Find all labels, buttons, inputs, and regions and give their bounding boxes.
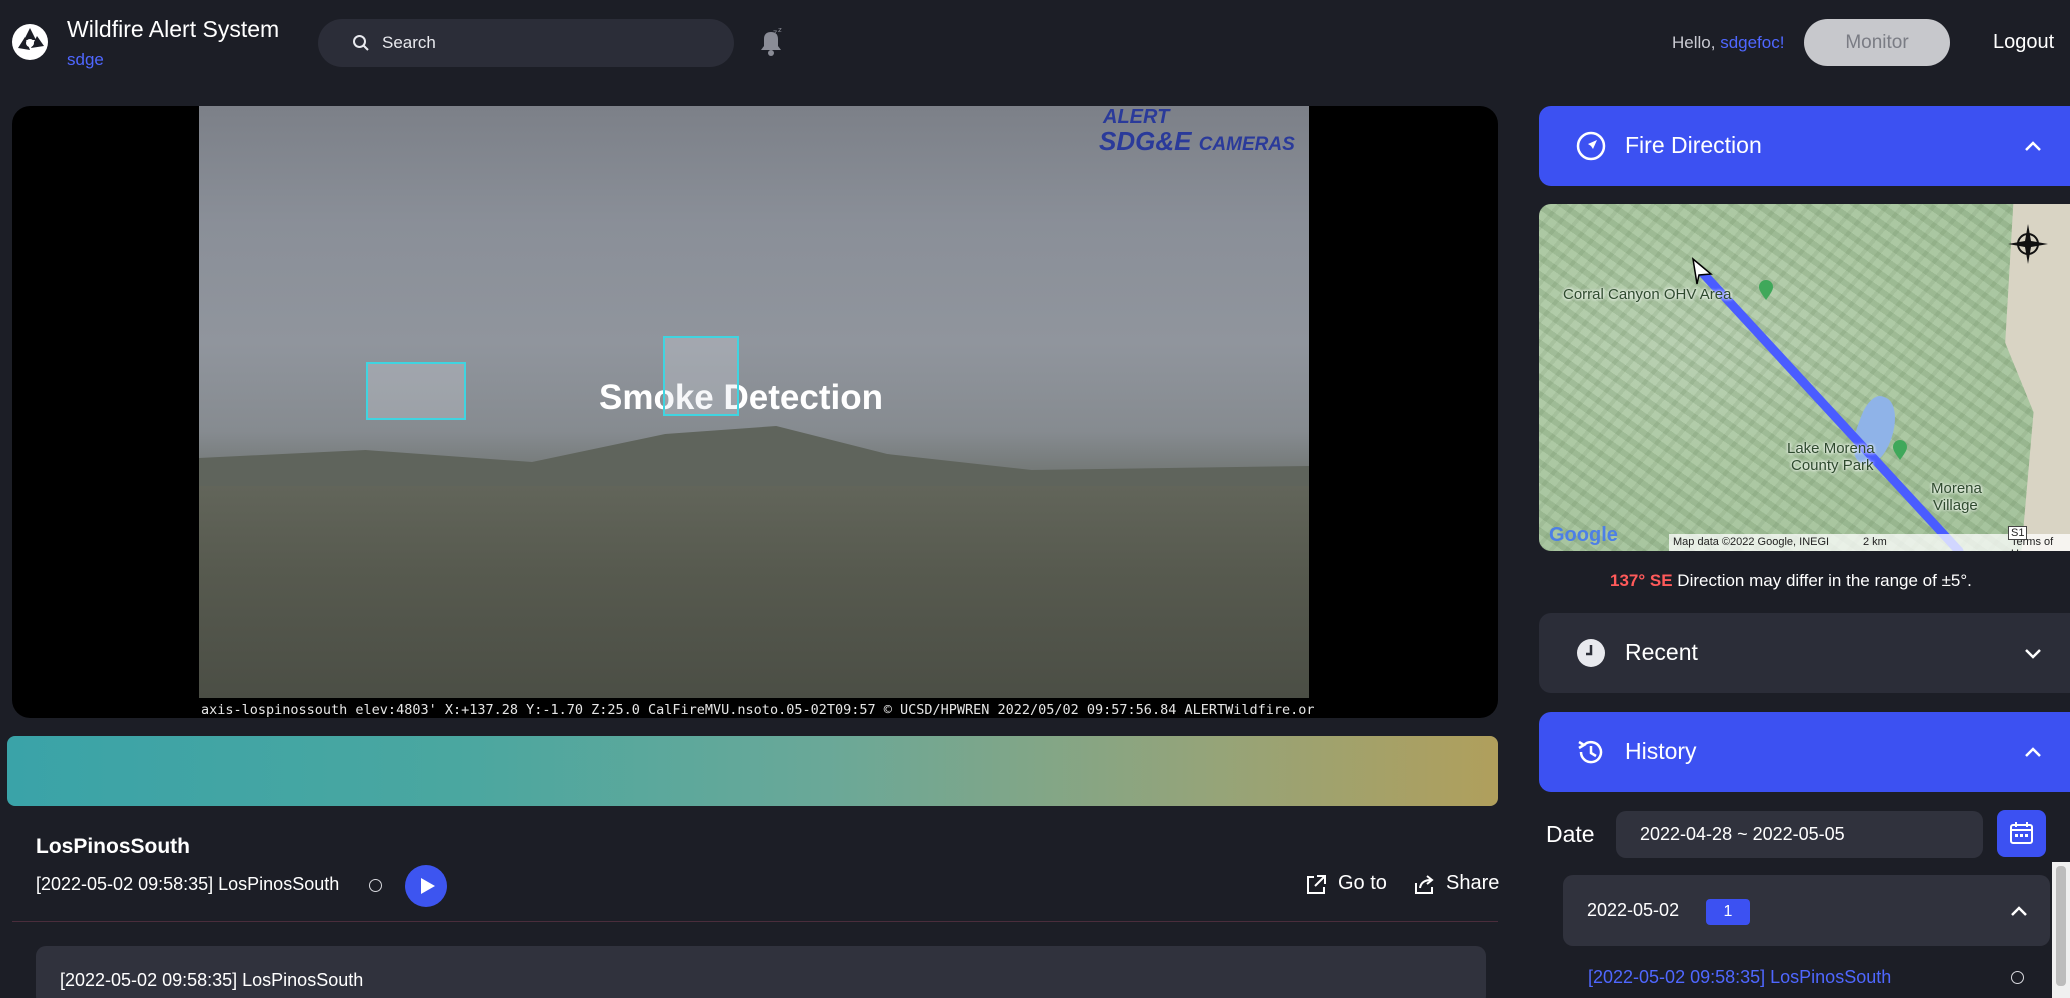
goto-button[interactable]: Go to [1338,872,1387,895]
park-pin-icon[interactable] [1892,440,1908,460]
google-logo: Google [1549,524,1618,546]
camera-overlay-text: axis-lospinossouth elev:4803' X:+137.28 … [201,702,1315,718]
history-date-group[interactable]: 2022-05-02 1 [1563,875,2050,946]
watermark-brand: SDG&E CAMERAS [1099,126,1295,156]
username: sdgefoc! [1720,33,1785,52]
history-event-link[interactable]: [2022-05-02 09:58:35] LosPinosSouth [1588,967,1891,988]
map-attribution: Map data ©2022 Google, INEGI [1673,536,1830,548]
direction-degrees: 137° SE [1610,571,1673,590]
compass-rose-icon [2008,224,2048,264]
history-title: History [1625,738,1697,764]
camera-video-player[interactable]: ALERT SDG&E CAMERAS Smoke Detection axis… [12,106,1498,718]
history-scrollbar[interactable] [2052,862,2070,998]
event-card[interactable]: [2022-05-02 09:58:35] LosPinosSouth [36,946,1486,998]
map-label-lake: Lake Morena [1787,440,1875,457]
direction-note: Direction may differ in the range of ±5°… [1672,571,1972,590]
recent-title: Recent [1625,639,1698,665]
date-label: Date [1546,821,1595,847]
map-scale: 2 km [1863,536,1887,548]
map-label-park: County Park [1791,457,1874,474]
smoke-detection-box [366,362,466,420]
snooze-bell-icon[interactable]: z z [756,26,786,58]
section-divider [12,921,1498,922]
frame-timeline-strip[interactable] [7,736,1498,806]
smoke-detection-label: Smoke Detection [599,378,883,417]
svg-text:z: z [778,26,782,34]
calendar-button[interactable] [1997,810,2046,857]
direction-line [1691,257,1964,551]
direction-readout: 137° SE Direction may differ in the rang… [1610,571,1972,591]
valley-terrain [199,486,1309,698]
fire-direction-header[interactable]: Fire Direction [1539,106,2070,186]
navigation-compass-icon [1576,131,1606,161]
camera-name: LosPinosSouth [36,835,190,858]
event-card-title: [2022-05-02 09:58:35] LosPinosSouth [60,970,364,990]
history-header[interactable]: History [1539,712,2070,792]
logout-link[interactable]: Logout [1993,31,2054,54]
camera-frame: ALERT SDG&E CAMERAS Smoke Detection [199,106,1309,698]
map-label-village: Village [1933,497,1978,514]
scrollbar-thumb[interactable] [2056,866,2066,986]
chevron-up-icon[interactable] [2009,901,2029,921]
play-button[interactable] [405,865,447,907]
share-icon [1415,875,1434,894]
status-circle-icon [2011,971,2024,984]
organization-link[interactable]: sdge [67,50,104,70]
search-box[interactable] [318,19,734,67]
map-label-corral: Corral Canyon OHV Area [1563,286,1732,303]
history-icon [1578,740,1603,764]
chevron-down-icon[interactable] [2023,643,2043,663]
fire-direction-title: Fire Direction [1625,132,1762,158]
svg-text:z: z [773,28,777,37]
recent-header[interactable]: Recent [1539,613,2070,693]
share-button[interactable]: Share [1446,872,1499,895]
app-title: Wildfire Alert System [67,16,280,42]
calendar-icon [2010,822,2033,844]
map-label-morena: Morena [1931,480,1982,497]
monitor-button[interactable]: Monitor [1804,19,1950,66]
history-count-badge: 1 [1706,899,1750,925]
greeting: Hello, sdgefoc! [1672,33,1785,52]
search-input[interactable] [382,19,712,67]
chevron-up-icon[interactable] [2023,136,2043,156]
search-icon [353,35,369,51]
chevron-up-icon[interactable] [2023,742,2043,762]
history-group-date: 2022-05-02 [1587,900,1680,920]
smoke-detection-box [663,336,739,416]
event-timestamp: [2022-05-02 09:58:35] LosPinosSouth [36,874,340,894]
date-range-input[interactable] [1616,811,1983,858]
status-circle-icon [369,879,382,892]
external-link-icon [1307,875,1326,894]
map-pin-icon[interactable] [1758,280,1774,300]
fire-direction-map[interactable]: Corral Canyon OHV Area Lake Morena Count… [1539,204,2070,551]
app-logo-icon[interactable] [10,22,50,62]
route-sign: S1 [2008,526,2028,540]
top-header: Wildfire Alert System sdge z z Hello, sd… [0,0,2070,88]
clock-icon [1577,639,1605,667]
